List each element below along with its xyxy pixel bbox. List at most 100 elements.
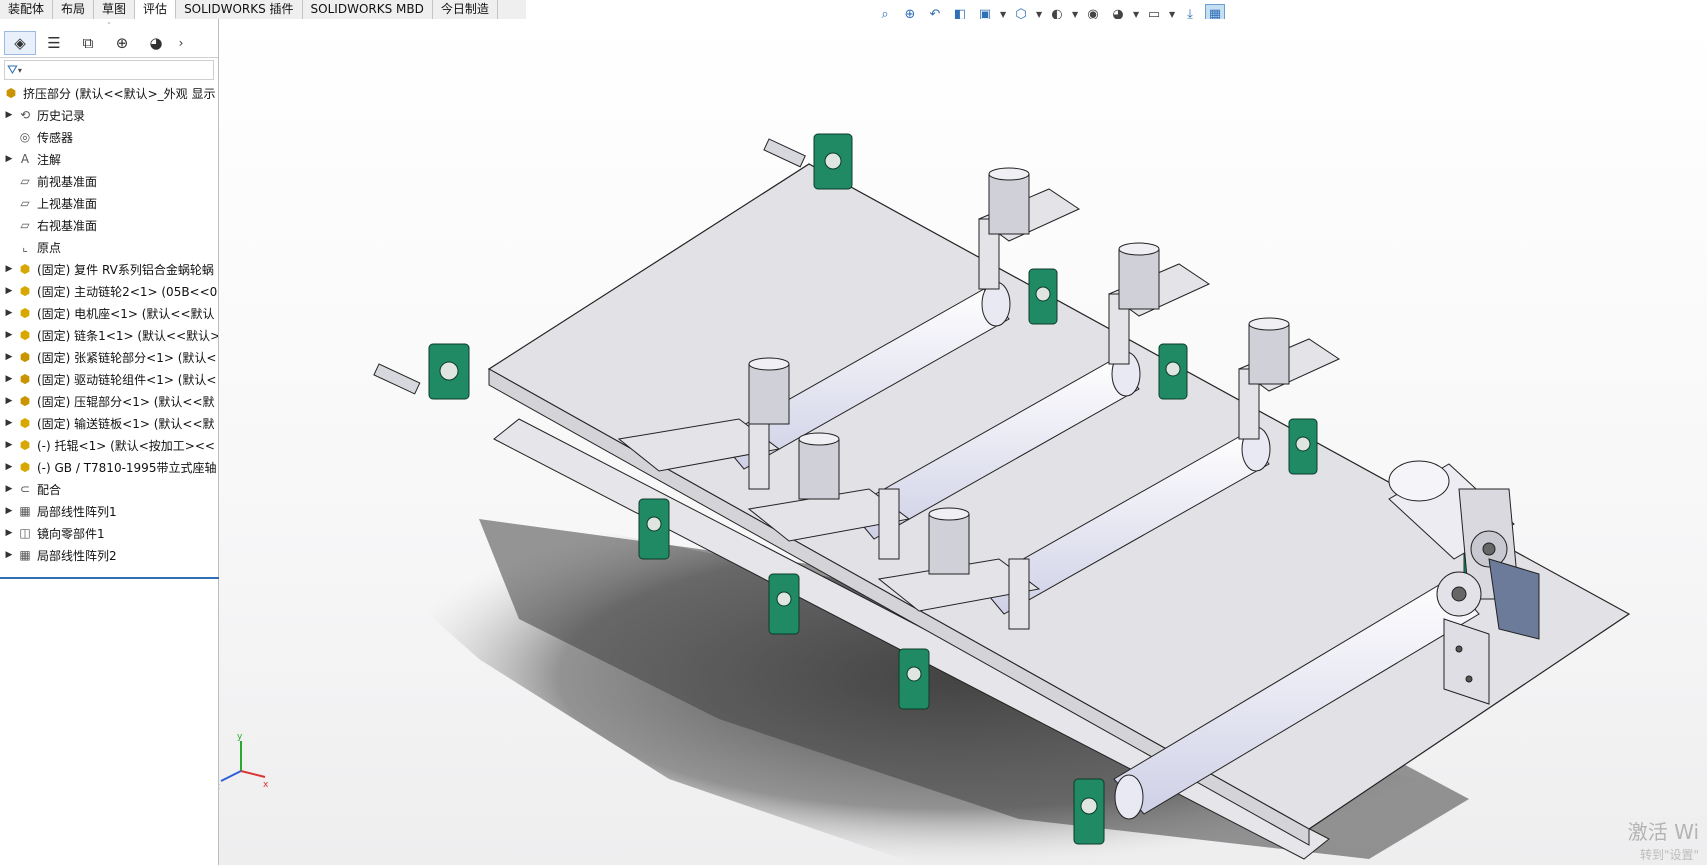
- tab-2[interactable]: 草图: [94, 0, 136, 19]
- part-icon: ⬢: [19, 460, 31, 474]
- sensor-icon: ◎: [19, 130, 31, 144]
- tree-root[interactable]: ⬢ 挤压部分 (默认<<默认>_外观 显示: [0, 82, 218, 104]
- assembly-icon: ⬢: [19, 394, 31, 408]
- mates-icon: ⊂: [19, 482, 31, 496]
- tree-item-label: 原点: [37, 240, 62, 255]
- assembly-icon: ⬢: [19, 350, 31, 364]
- tree-item[interactable]: ⌞ 原点: [0, 236, 218, 258]
- chevron-right-icon[interactable]: ▶: [2, 110, 16, 120]
- tree-item-label: 局部线性阵列2: [37, 548, 117, 563]
- chevron-right-icon[interactable]: ▶: [2, 374, 16, 384]
- cylinder-bracket: [977, 167, 1081, 290]
- chevron-down-icon[interactable]: ▼: [1169, 10, 1175, 19]
- tree-item[interactable]: ▱ 右视基准面: [0, 214, 218, 236]
- part-icon: ⬢: [19, 262, 31, 276]
- chevron-right-icon[interactable]: ▶: [2, 550, 16, 560]
- dimxpert-icon[interactable]: ⊕: [106, 31, 138, 55]
- tree-item[interactable]: ◎ 传感器: [0, 126, 218, 148]
- configuration-manager-icon[interactable]: ⧉: [72, 31, 104, 55]
- bearing-block: [1073, 778, 1105, 845]
- assembly-icon: ⬢: [19, 372, 31, 386]
- part-icon: ⬢: [19, 306, 31, 320]
- chevron-right-icon[interactable]: ▶: [2, 418, 16, 428]
- graphics-area[interactable]: y x z 激活 Wi 转到"设置": [215, 19, 1707, 865]
- bearing-block: [1028, 268, 1058, 325]
- tree-item-label: 传感器: [37, 130, 74, 145]
- tree-item[interactable]: ▶ ▦ 局部线性阵列1: [0, 500, 218, 522]
- chevron-right-icon[interactable]: ▶: [2, 308, 16, 318]
- chevron-right-icon[interactable]: ›: [174, 31, 188, 55]
- tree-item[interactable]: ▶ ⬢ (固定) 输送链板<1> (默认<<默: [0, 412, 218, 434]
- property-manager-icon[interactable]: ☰: [38, 31, 70, 55]
- conveyor-model-view: y x z: [215, 133, 1631, 865]
- tree-item-label: 历史记录: [37, 108, 86, 123]
- chevron-right-icon[interactable]: ▶: [2, 440, 16, 450]
- triad-y-label: y: [237, 732, 243, 742]
- pattern-icon: ▦: [19, 504, 31, 518]
- activation-watermark: 激活 Wi: [1627, 820, 1699, 844]
- tree-item[interactable]: ▱ 前视基准面: [0, 170, 218, 192]
- chevron-right-icon[interactable]: ▶: [2, 154, 16, 164]
- tree-item-label: 镜向零部件1: [37, 526, 105, 541]
- tree-item[interactable]: ▶ ⬢ (固定) 主动链轮2<1> (05B<<0: [0, 280, 218, 302]
- bearing-block: [638, 498, 670, 560]
- tree-item[interactable]: ▶ A 注解: [0, 148, 218, 170]
- tree-item[interactable]: ▶ ◫ 镜向零部件1: [0, 522, 218, 544]
- tree-item[interactable]: ▶ ⬢ (固定) 驱动链轮组件<1> (默认<: [0, 368, 218, 390]
- tree-item-label: 前视基准面: [37, 174, 98, 189]
- rollback-bar[interactable]: [0, 577, 219, 579]
- feature-manager-icon[interactable]: ◈: [4, 31, 36, 55]
- bearing-block: [898, 648, 930, 710]
- panel-grip[interactable]: ⁃: [0, 19, 218, 29]
- chevron-right-icon[interactable]: ▶: [2, 264, 16, 274]
- tab-4[interactable]: SOLIDWORKS 插件: [176, 0, 303, 19]
- tree-item[interactable]: ▶ ⬢ (固定) 压辊部分<1> (默认<<默: [0, 390, 218, 412]
- tab-3[interactable]: 评估: [135, 0, 177, 19]
- axis-triad: y x z: [215, 732, 269, 792]
- tree-item[interactable]: ▶ ⬢ (固定) 张紧链轮部分<1> (默认<: [0, 346, 218, 368]
- tree-item[interactable]: ▶ ⬢ (-) GB / T7810-1995带立式座轴: [0, 456, 218, 478]
- chevron-right-icon[interactable]: ▶: [2, 330, 16, 340]
- chevron-down-icon[interactable]: ▾: [18, 66, 24, 75]
- filter-row: ⛛ ▾: [0, 58, 218, 82]
- chevron-right-icon[interactable]: ▶: [2, 462, 16, 472]
- triad-x-label: x: [263, 780, 269, 790]
- tree-item-label: (-) GB / T7810-1995带立式座轴: [37, 460, 217, 475]
- tree-item[interactable]: ▶ ⬢ (固定) 链条1<1> (默认<<默认>: [0, 324, 218, 346]
- tree-item[interactable]: ▶ ⊂ 配合: [0, 478, 218, 500]
- part-icon: ⬢: [19, 284, 31, 298]
- filter-input[interactable]: ⛛ ▾: [4, 60, 214, 80]
- filter-icon: ⛛: [7, 62, 18, 78]
- display-manager-icon[interactable]: ◕: [140, 31, 172, 55]
- tab-5[interactable]: SOLIDWORKS MBD: [303, 0, 433, 19]
- chevron-right-icon[interactable]: ▶: [2, 352, 16, 362]
- tree-item[interactable]: ▶ ▦ 局部线性阵列2: [0, 544, 218, 566]
- tree-item[interactable]: ▶ ⬢ (固定) 电机座<1> (默认<<默认: [0, 302, 218, 324]
- part-icon: ⬢: [19, 438, 31, 452]
- chevron-right-icon[interactable]: ▶: [2, 484, 16, 494]
- feature-manager-panel: ⁃ ◈ ☰ ⧉ ⊕ ◕ › ⛛ ▾ ⬢ 挤压部分 (默认<<默认>_外观 显示 ▶…: [0, 19, 219, 865]
- chevron-right-icon[interactable]: ▶: [2, 396, 16, 406]
- tree-item[interactable]: ▶ ⬢ (固定) 复件 RV系列铝合金蜗轮蜗: [0, 258, 218, 280]
- chevron-down-icon[interactable]: ▼: [1036, 10, 1042, 19]
- tab-0[interactable]: 装配体: [0, 0, 54, 19]
- plane-icon: ▱: [20, 174, 30, 188]
- tree-item[interactable]: ▶ ⟲ 历史记录: [0, 104, 218, 126]
- tree-item-label: (固定) 张紧链轮部分<1> (默认<: [37, 350, 217, 365]
- chevron-right-icon[interactable]: ▶: [2, 506, 16, 516]
- tree-item[interactable]: ▱ 上视基准面: [0, 192, 218, 214]
- tab-6[interactable]: 今日制造: [433, 0, 498, 19]
- chevron-down-icon[interactable]: ▼: [1072, 10, 1078, 19]
- tree-item[interactable]: ▶ ⬢ (-) 托辊<1> (默认<按加工><<: [0, 434, 218, 456]
- chevron-right-icon[interactable]: ▶: [2, 286, 16, 296]
- tree-item-label: 局部线性阵列1: [37, 504, 117, 519]
- chevron-right-icon[interactable]: ▶: [2, 528, 16, 538]
- tree-root-label: 挤压部分 (默认<<默认>_外观 显示: [23, 86, 216, 101]
- part-icon: ⬢: [19, 416, 31, 430]
- tree-item-label: (-) 托辊<1> (默认<按加工><<: [37, 438, 215, 453]
- tree-item-label: 注解: [37, 152, 62, 167]
- chevron-down-icon[interactable]: ▼: [1133, 10, 1139, 19]
- tree-item-label: (固定) 输送链板<1> (默认<<默: [37, 416, 215, 431]
- chevron-down-icon[interactable]: ▼: [1000, 10, 1006, 19]
- tab-1[interactable]: 布局: [53, 0, 95, 19]
